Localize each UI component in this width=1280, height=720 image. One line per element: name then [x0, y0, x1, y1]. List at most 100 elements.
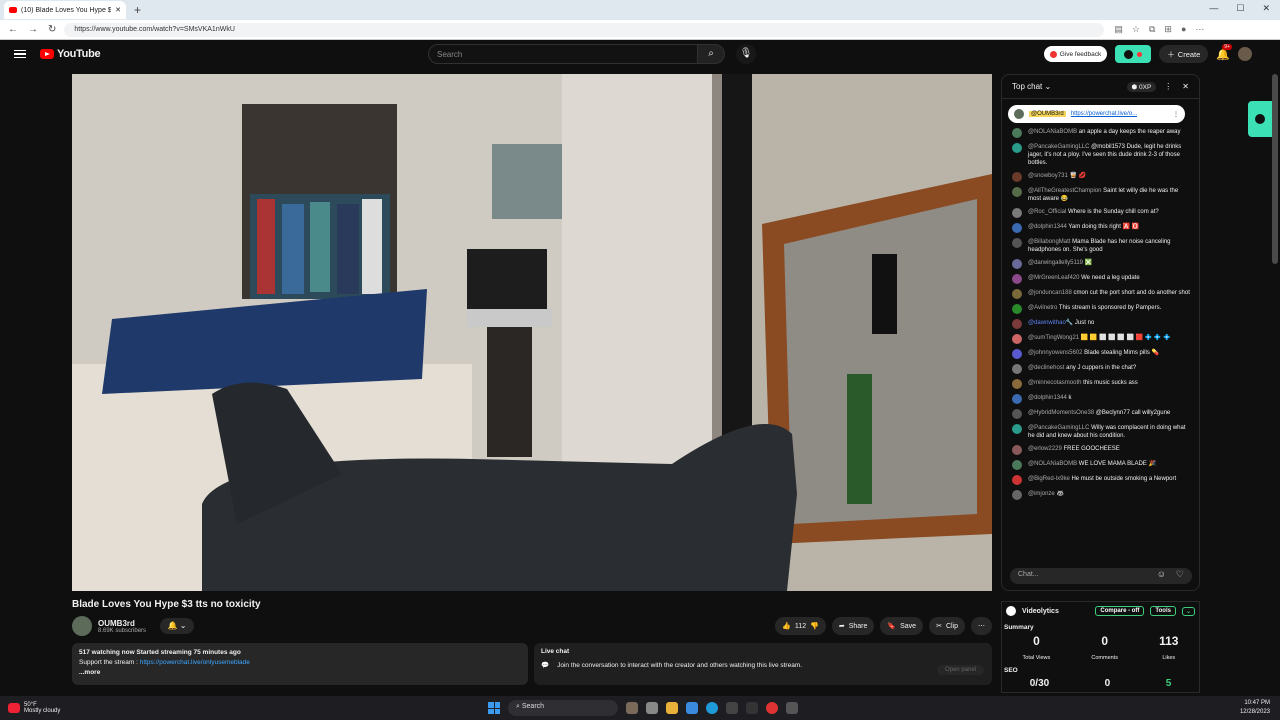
chat-message[interactable]: @erlow2229 FREE GOOCHEESE — [1012, 445, 1191, 455]
chat-message[interactable]: @BillabongMatt Mama Blade has her noise … — [1012, 238, 1191, 254]
search-button[interactable]: ⌕ — [697, 44, 725, 64]
subscription-bell-button[interactable]: 🔔 ⌄ — [160, 618, 194, 634]
chat-message[interactable]: @Avilnetro This stream is sponsored by P… — [1012, 304, 1191, 314]
chat-message[interactable]: @AllTheGreatestChampion Saint let willy … — [1012, 187, 1191, 203]
video-player[interactable] — [72, 74, 992, 591]
copilot-icon[interactable] — [686, 702, 698, 714]
xp-badge[interactable]: ⬢ 0XP — [1126, 81, 1157, 92]
store-icon[interactable] — [726, 702, 738, 714]
chat-author[interactable]: @MrGreenLeaf420 — [1028, 275, 1079, 281]
taskbar-search[interactable]: ⌕ Search — [508, 700, 618, 716]
chat-message[interactable]: @snowboy731 🥃 💋 — [1012, 172, 1191, 182]
compare-toggle[interactable]: Compare - off — [1095, 606, 1145, 616]
hamburger-menu-icon[interactable] — [14, 49, 26, 59]
app-window-icon[interactable] — [786, 702, 798, 714]
chat-message[interactable]: @johnnyowens5602 Blade stealing Mims pil… — [1012, 349, 1191, 359]
system-clock[interactable]: 10:47 PM 12/28/2023 — [1240, 699, 1270, 717]
voice-search-button[interactable]: 🎙 — [736, 44, 756, 64]
like-button[interactable]: 👍 112 👎 — [775, 617, 826, 635]
chat-input[interactable]: Chat... ☺♡ — [1010, 568, 1192, 584]
videolytics-side-button[interactable] — [1248, 101, 1272, 137]
chat-author[interactable]: @imjonze — [1028, 491, 1055, 497]
widgets-icon[interactable] — [626, 702, 638, 714]
windows-start-icon[interactable] — [488, 702, 500, 714]
url-field[interactable]: https://www.youtube.com/watch?v=SMsVKA1n… — [64, 22, 1105, 37]
minimize-icon[interactable]: — — [1209, 3, 1218, 14]
chat-author[interactable]: @dawnwithao🔧 — [1028, 320, 1073, 326]
search-input[interactable]: Search — [428, 44, 698, 64]
channel-avatar[interactable] — [72, 616, 92, 636]
chat-author[interactable]: @HybridMomentsOne38 — [1028, 410, 1094, 416]
chat-message[interactable]: @declinehost any J cuppers in the chat? — [1012, 364, 1191, 374]
profile-icon[interactable]: ● — [1181, 24, 1186, 35]
chat-author[interactable]: @snowboy731 — [1028, 173, 1068, 179]
pinned-link[interactable]: https://powerchat.live/o... — [1071, 111, 1168, 117]
chat-message[interactable]: @PancakeGamingLLC Willy was complacent i… — [1012, 424, 1191, 440]
channel-name[interactable]: OUMB3rd — [98, 619, 146, 628]
chat-author[interactable]: @Roc_Official — [1028, 209, 1066, 215]
chat-message[interactable]: @sumTingWong21 🟨 🟨 ⬜ ⬜ ⬜ ⬜ 🟥 💠 💠 💠 — [1012, 334, 1191, 344]
chat-author[interactable]: @johnnyowens5602 — [1028, 350, 1082, 356]
close-chat-icon[interactable]: ✕ — [1182, 82, 1189, 91]
chat-author[interactable]: @erlow2229 — [1028, 446, 1062, 452]
chat-message[interactable]: @Roc_Official Where is the Sunday chill … — [1012, 208, 1191, 218]
page-scrollbar[interactable] — [1272, 74, 1278, 264]
chat-author[interactable]: @BillabongMatt — [1028, 239, 1070, 245]
chat-message[interactable]: @dawnwithao🔧 Just no — [1012, 319, 1191, 329]
menu-dots-icon[interactable]: ⋯ — [1195, 24, 1204, 35]
chat-message[interactable]: @dolphin1344 Yam doing this right 🅰️ 🅾️ — [1012, 223, 1191, 233]
chat-author[interactable]: @declinehost — [1028, 365, 1064, 371]
new-tab-icon[interactable]: + — [134, 3, 141, 17]
chat-author[interactable]: @Avilnetro — [1028, 305, 1057, 311]
chat-message[interactable]: @dolphin1344 k — [1012, 394, 1191, 404]
chat-author[interactable]: @BigRed-lx9ke — [1028, 476, 1070, 482]
app-icon[interactable] — [746, 702, 758, 714]
chat-author[interactable]: @NOLANiaBOMB — [1028, 461, 1077, 467]
create-button[interactable]: ＋ Create — [1159, 45, 1209, 63]
chat-author[interactable]: @darwingallelly5119 — [1028, 260, 1083, 266]
chrome-icon[interactable] — [766, 702, 778, 714]
more-actions-button[interactable]: ⋯ — [971, 617, 992, 635]
pinned-message[interactable]: @OUMB3rd https://powerchat.live/o... ⋮ — [1008, 105, 1185, 123]
file-explorer-icon[interactable] — [666, 702, 678, 714]
tools-dropdown[interactable]: Tools — [1150, 606, 1176, 616]
chat-message[interactable]: @jonduncan188 cmon cut the port short an… — [1012, 289, 1191, 299]
chat-author[interactable]: @dolphin1344 — [1028, 395, 1067, 401]
thumbs-down-icon[interactable]: 👎 — [810, 622, 819, 630]
chat-author[interactable]: @minnecotasmooth — [1028, 380, 1081, 386]
open-panel-button[interactable]: Open panel — [936, 665, 984, 675]
chat-message[interactable]: @imjonze 🦝 — [1012, 490, 1191, 500]
youtube-logo[interactable]: YouTube — [40, 48, 101, 60]
chat-menu-icon[interactable]: ⋮ — [1164, 82, 1172, 91]
chat-message[interactable]: @darwingallelly5119 ❎ — [1012, 259, 1191, 269]
pinned-menu-icon[interactable]: ⋮ — [1173, 111, 1179, 118]
browser-tab[interactable]: (10) Blade Loves You Hype $3 ✕ — [4, 1, 126, 19]
chat-author[interactable]: @AllTheGreatestChampion — [1028, 188, 1101, 194]
task-view-icon[interactable] — [646, 702, 658, 714]
top-chat-dropdown[interactable]: Top chat ⌄ — [1012, 82, 1127, 91]
chat-message[interactable]: @HybridMomentsOne38 @Beclynn77 call will… — [1012, 409, 1191, 419]
chat-author[interactable]: @PancakeGamingLLC — [1028, 425, 1089, 431]
support-link[interactable]: https://powerchat.live/onlyusemeblade — [140, 659, 250, 666]
description-box[interactable]: 517 watching now Started streaming 75 mi… — [72, 643, 528, 685]
videolytics-extension-button[interactable] — [1115, 45, 1152, 63]
back-icon[interactable]: ← — [8, 24, 18, 35]
give-feedback-button[interactable]: Give feedback — [1043, 46, 1108, 62]
maximize-icon[interactable]: ☐ — [1236, 3, 1244, 14]
chat-message[interactable]: @NOLANiaBOMB an apple a day keeps the re… — [1012, 128, 1191, 138]
close-window-icon[interactable]: ✕ — [1262, 3, 1270, 14]
chat-message[interactable]: @MrGreenLeaf420 We need a leg update — [1012, 274, 1191, 284]
weather-widget[interactable]: 50°F Mostly cloudy — [8, 702, 60, 714]
chat-message[interactable]: @NOLANiaBOMB WE LOVE MAMA BLADE 🎉 — [1012, 460, 1191, 470]
favorite-star-icon[interactable]: ☆ — [1132, 24, 1140, 35]
notifications-button[interactable]: 9+ 🔔 — [1216, 43, 1232, 61]
show-more-link[interactable]: ...more — [79, 668, 521, 678]
chat-message[interactable]: @minnecotasmooth this music sucks ass — [1012, 379, 1191, 389]
chat-author[interactable]: @jonduncan188 — [1028, 290, 1072, 296]
refresh-icon[interactable]: ↻ — [48, 24, 56, 35]
chat-author[interactable]: @NOLANiaBOMB — [1028, 129, 1077, 135]
collections-icon[interactable]: ⊞ — [1164, 24, 1172, 35]
chat-author[interactable]: @PancakeGamingLLC — [1028, 144, 1089, 150]
chat-message[interactable]: @PancakeGamingLLC @mobil1573 Dude, legit… — [1012, 143, 1191, 167]
chat-author[interactable]: @dolphin1344 — [1028, 224, 1067, 230]
